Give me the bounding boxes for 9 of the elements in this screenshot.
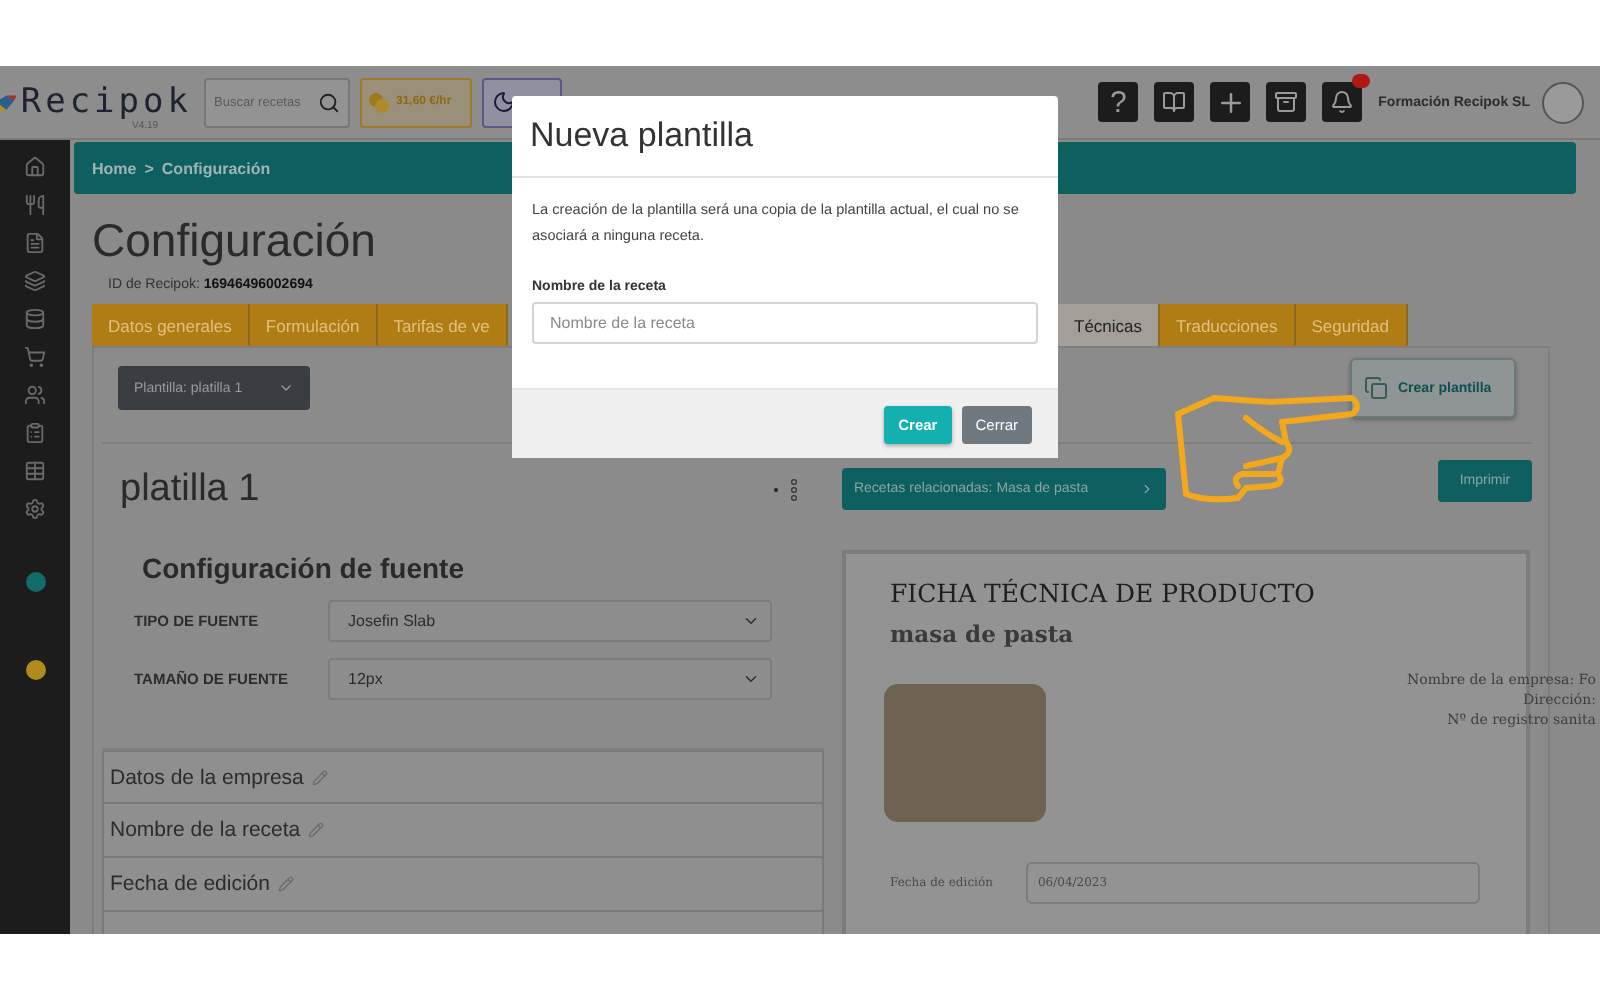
page-title: Configuración bbox=[92, 214, 376, 268]
recipe-name: masa de pasta bbox=[889, 620, 1076, 648]
modal-title: Nueva plantilla bbox=[512, 96, 1058, 178]
breadcrumb-current: Configuración bbox=[161, 159, 271, 177]
template-name: platilla 1 bbox=[120, 468, 260, 512]
breadcrumb-separator: > bbox=[144, 159, 154, 177]
sheet-title: FICHA TÉCNICA DE PRODUCTO bbox=[889, 578, 1317, 608]
section-title: Configuración de fuente bbox=[142, 552, 466, 584]
logo-text: Recipok bbox=[20, 86, 192, 118]
